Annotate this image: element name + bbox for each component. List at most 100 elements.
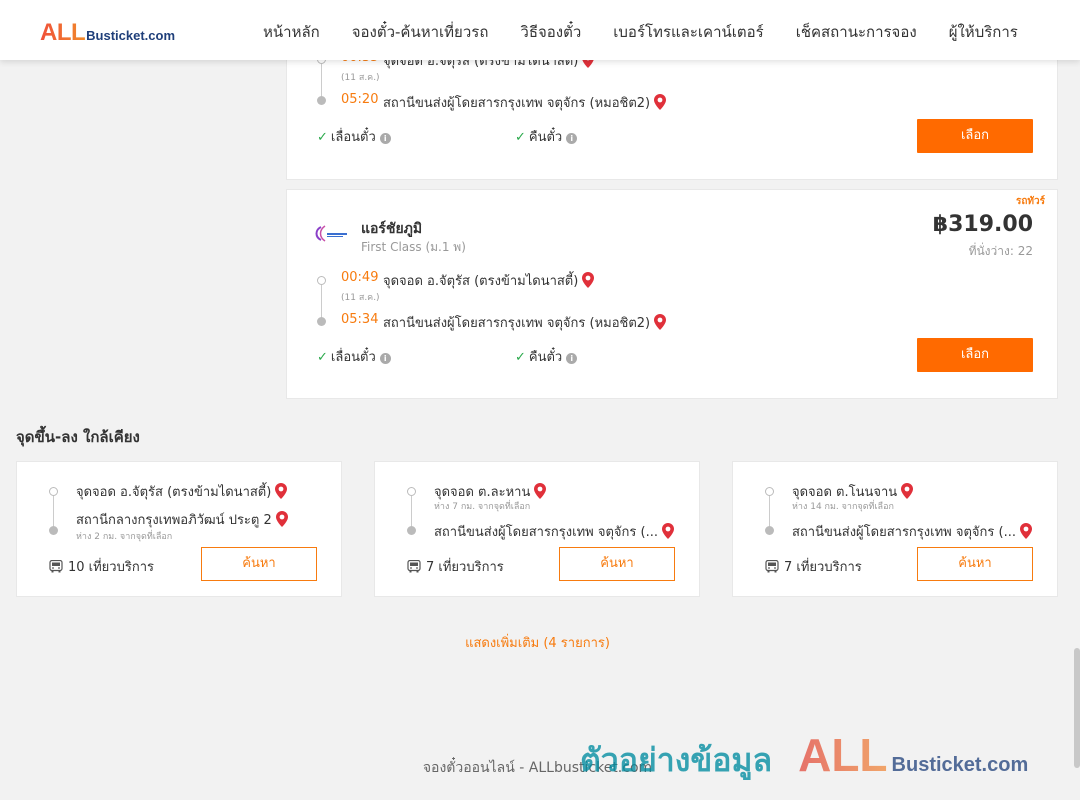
info-icon[interactable]: i: [379, 133, 391, 144]
trip-count-label: 7 เที่ยวบริการ: [784, 560, 862, 575]
site-header: ALL Busticket.com หน้าหลัก จองตั๋ว-ค้นหา…: [0, 0, 1080, 60]
search-button[interactable]: ค้นหา: [559, 547, 675, 581]
nav-phone-counters[interactable]: เบอร์โทรและเคาน์เตอร์: [613, 20, 763, 44]
nearby-section-title: จุดขึ้น-ลง ใกล้เคียง: [16, 428, 140, 446]
reschedule-label: เลื่อนตั๋ว: [330, 350, 376, 365]
arrival-time: 05:34: [341, 312, 379, 327]
nav-how-to-book[interactable]: วิธีจองตั๋ว: [520, 20, 581, 44]
trip-count: 10 เที่ยวบริการ: [49, 556, 154, 577]
distance-note: ห่าง 7 กม. จากจุดที่เลือก: [434, 502, 531, 512]
logo-domain-text: Busticket.com: [86, 28, 176, 43]
timeline-end-dot: [317, 317, 326, 326]
arrival-stop: สถานีขนส่งผู้โดยสารกรุงเทพ จตุจักร (หมอช…: [383, 92, 667, 113]
nearby-card: จุดจอด ต.ละหาน ห่าง 7 กม. จากจุดที่เลือก…: [374, 461, 700, 597]
refund-label: คืนตั๋ว: [528, 130, 563, 145]
watermark-text: ตัวอย่างข้อมูล: [580, 741, 773, 779]
departure-date: (11 ส.ค.): [341, 73, 380, 83]
reschedule-perk: ✓ เลื่อนตั๋ว i: [317, 346, 391, 367]
nearby-to-stop: สถานีขนส่งผู้โดยสารกรุงเทพ จตุจักร (...: [434, 521, 674, 542]
select-trip-button[interactable]: เลือก: [917, 119, 1033, 153]
ticket-price: ฿319.00: [932, 212, 1033, 237]
nearby-to-label: สถานีขนส่งผู้โดยสารกรุงเทพ จตุจักร (...: [792, 525, 1016, 540]
watermark: ตัวอย่างข้อมูล ALL Busticket.com: [580, 728, 1028, 786]
arrival-stop: สถานีขนส่งผู้โดยสารกรุงเทพ จตุจักร (หมอช…: [383, 312, 667, 333]
info-icon[interactable]: i: [379, 353, 391, 364]
nav-home[interactable]: หน้าหลัก: [263, 20, 320, 44]
main-nav: หน้าหลัก จองตั๋ว-ค้นหาเที่ยวรถ วิธีจองตั…: [263, 20, 1018, 44]
nearby-from-label: จุดจอด ต.โนนจาน: [792, 485, 898, 500]
nearby-card: จุดจอด อ.จัตุรัส (ตรงข้ามไดนาสตี้) สถานี…: [16, 461, 342, 597]
timeline-end-dot: [317, 96, 326, 105]
timeline-end-dot: [407, 526, 416, 535]
trip-count-label: 7 เที่ยวบริการ: [426, 560, 504, 575]
bus-icon: [407, 560, 421, 573]
nearby-from-label: จุดจอด ต.ละหาน: [434, 485, 531, 500]
seats-available: ที่นั่งว่าง: 22: [968, 244, 1033, 258]
check-icon: ✓: [515, 350, 526, 365]
bus-icon: [49, 560, 63, 573]
nearby-card: จุดจอด ต.โนนจาน ห่าง 14 กม. จากจุดที่เลื…: [732, 461, 1058, 597]
operator-name: แอร์ชัยภูมิ: [361, 221, 423, 237]
nav-book-search[interactable]: จองตั๋ว-ค้นหาเที่ยวรถ: [352, 20, 489, 44]
refund-perk: ✓ คืนตั๋ว i: [515, 346, 578, 367]
refund-label: คืนตั๋ว: [528, 350, 563, 365]
departure-time: 00:49: [341, 270, 379, 285]
map-pin-icon[interactable]: [582, 272, 595, 288]
arrival-stop-label: สถานีขนส่งผู้โดยสารกรุงเทพ จตุจักร (หมอช…: [383, 316, 651, 331]
info-icon[interactable]: i: [566, 133, 578, 144]
scrollbar-thumb[interactable]: [1074, 648, 1080, 768]
nearby-from-label: จุดจอด อ.จัตุรัส (ตรงข้ามไดนาสตี้): [76, 485, 272, 500]
nav-check-booking[interactable]: เช็คสถานะการจอง: [796, 20, 917, 44]
distance-note: ห่าง 14 กม. จากจุดที่เลือก: [792, 502, 894, 512]
departure-stop-label: จุดจอด อ.จัตุรัส (ตรงข้ามไดนาสตี้): [383, 274, 579, 289]
map-pin-icon[interactable]: [654, 94, 667, 110]
departure-stop: จุดจอด อ.จัตุรัส (ตรงข้ามไดนาสตี้): [383, 270, 595, 291]
timeline-start-dot: [49, 487, 58, 496]
map-pin-icon[interactable]: [275, 511, 288, 527]
timeline-line: [321, 64, 322, 100]
logo-all-text: ALL: [40, 19, 86, 46]
timeline-line: [321, 285, 322, 321]
bus-icon: [765, 560, 779, 573]
nearby-from-stop: จุดจอด อ.จัตุรัส (ตรงข้ามไดนาสตี้): [76, 481, 288, 502]
timeline-start-dot: [407, 487, 416, 496]
trip-count: 7 เที่ยวบริการ: [407, 556, 504, 577]
search-button[interactable]: ค้นหา: [201, 547, 317, 581]
map-pin-icon[interactable]: [275, 483, 288, 499]
trip-count: 7 เที่ยวบริการ: [765, 556, 862, 577]
refund-perk: ✓ คืนตั๋ว i: [515, 126, 578, 147]
info-icon[interactable]: i: [566, 353, 578, 364]
arrival-time: 05:20: [341, 92, 379, 107]
nearby-to-stop: สถานีกลางกรุงเทพอภิวัฒน์ ประตู 2: [76, 509, 288, 530]
timeline-end-dot: [765, 526, 774, 535]
timeline-line: [411, 496, 412, 529]
timeline-start-dot: [765, 487, 774, 496]
nav-operators[interactable]: ผู้ให้บริการ: [949, 20, 1018, 44]
check-icon: ✓: [317, 350, 328, 365]
search-button[interactable]: ค้นหา: [917, 547, 1033, 581]
timeline-line: [769, 496, 770, 529]
check-icon: ✓: [515, 130, 526, 145]
distance-note: ห่าง 2 กม. จากจุดที่เลือก: [76, 532, 173, 542]
nearby-to-stop: สถานีขนส่งผู้โดยสารกรุงเทพ จตุจักร (...: [792, 521, 1032, 542]
nearby-to-label: สถานีกลางกรุงเทพอภิวัฒน์ ประตู 2: [76, 513, 272, 528]
timeline-end-dot: [49, 526, 58, 535]
trip-card: รถทัวร์ แอร์ชัยภูมิ First Class (ม.1 พ) …: [286, 189, 1058, 399]
check-icon: ✓: [317, 130, 328, 145]
site-logo[interactable]: ALL Busticket.com: [40, 19, 175, 47]
seat-class: First Class (ม.1 พ): [361, 240, 466, 254]
departure-date: (11 ส.ค.): [341, 293, 380, 303]
reschedule-perk: ✓ เลื่อนตั๋ว i: [317, 126, 391, 147]
map-pin-icon[interactable]: [534, 483, 547, 499]
reschedule-label: เลื่อนตั๋ว: [330, 130, 376, 145]
watermark-logo-rest: Busticket.com: [891, 754, 1029, 776]
select-trip-button[interactable]: เลือก: [917, 338, 1033, 372]
map-pin-icon[interactable]: [661, 523, 674, 539]
show-more-link[interactable]: แสดงเพิ่มเติม (4 รายการ): [0, 632, 1075, 653]
map-pin-icon[interactable]: [901, 483, 914, 499]
map-pin-icon[interactable]: [654, 314, 667, 330]
trip-count-label: 10 เที่ยวบริการ: [68, 560, 154, 575]
map-pin-icon[interactable]: [1019, 523, 1032, 539]
timeline-line: [53, 496, 54, 529]
timeline-start-dot: [317, 276, 326, 285]
